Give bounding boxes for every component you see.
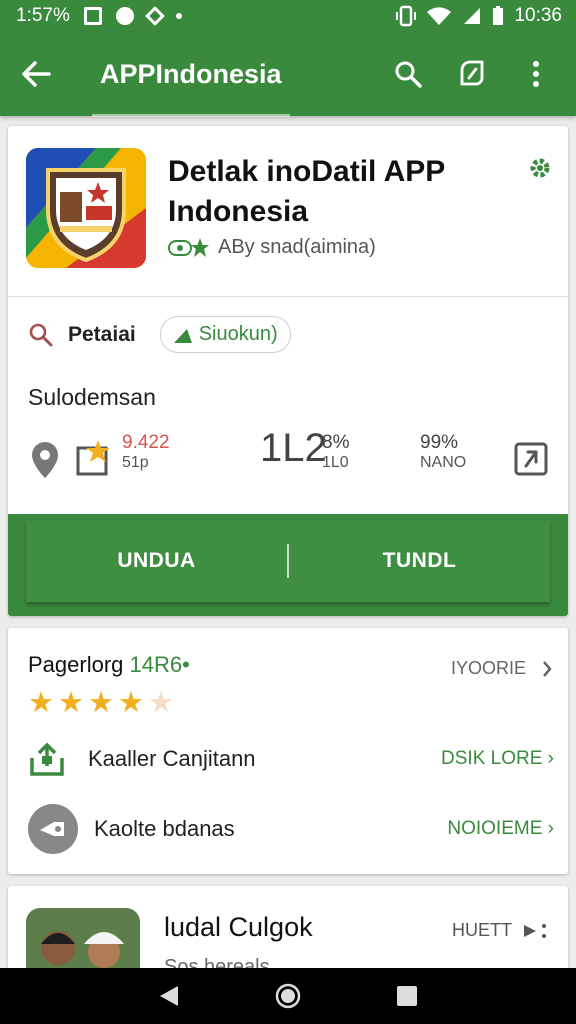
list-item-label: Kaolte bdanas — [94, 816, 235, 841]
list-item-link[interactable]: DSIK LORE › — [441, 748, 558, 770]
star-icon: ★ — [28, 687, 54, 719]
app-settings-button[interactable] — [528, 156, 552, 180]
star-empty-icon: ★ — [148, 687, 174, 719]
category-chip-label: Siuokun) — [198, 323, 278, 345]
download-button[interactable]: UNDUA — [26, 549, 287, 573]
emblem-shield-icon — [26, 148, 146, 268]
app-title: Detlak inoDatil APP Indonesia — [168, 155, 445, 228]
rating-more-label: IYOORIE — [450, 658, 526, 678]
featured-title: ludal Culgok — [164, 912, 313, 942]
list-item-link-label: NOIOIEME — [447, 818, 543, 839]
chevron-right-icon — [543, 660, 552, 677]
category-label: Petaiai — [68, 322, 136, 346]
star-icon: ★ — [118, 687, 144, 719]
app-bar-title: APPIndonesia — [100, 58, 282, 89]
compose-icon — [460, 60, 484, 86]
stat-1: 9.422 51p — [122, 432, 170, 472]
search-icon — [395, 61, 422, 88]
rating-title-label: Pagerlorg — [28, 652, 124, 677]
category-row: Petaiai Siuokun) — [28, 316, 291, 353]
stat-2-top: 8% — [322, 432, 350, 453]
badge-star-icon — [168, 237, 209, 257]
featured-more-label: HUETT — [452, 920, 512, 940]
notification-diamond-icon — [144, 6, 165, 26]
section-label: Sulodemsan — [28, 384, 156, 410]
nav-back-icon[interactable] — [158, 984, 180, 1008]
vibrate-icon — [396, 5, 417, 27]
nav-recents-icon[interactable] — [396, 985, 418, 1007]
app-logo[interactable] — [26, 148, 146, 268]
stats-row: 9.422 51p 1L2 8% 1L0 99% NANO — [28, 426, 548, 492]
stat-2: 8% 1L0 — [322, 432, 349, 472]
more-options-button[interactable] — [516, 54, 556, 94]
stat-2-big: 1L2 — [260, 426, 327, 471]
stat-2-bottom: 1L0 — [322, 454, 349, 471]
stat-1-value: 9.422 — [122, 432, 170, 454]
featured-more-link[interactable]: HUETT — [452, 920, 548, 941]
open-button[interactable]: TUNDL — [289, 549, 550, 573]
divider — [8, 296, 568, 297]
list-item[interactable]: Kaolte bdanas NOIOIEME › — [28, 804, 558, 854]
stat-1-top: 9.422 — [122, 432, 170, 453]
notification-square-icon — [83, 7, 102, 25]
status-bar: 1:57% 10:36 — [0, 0, 576, 32]
share-icon — [514, 442, 548, 476]
share-stat[interactable] — [514, 438, 548, 481]
developer-row: ABy snad(aimina) — [168, 236, 376, 259]
search-button[interactable] — [388, 54, 428, 94]
battery-icon — [493, 6, 504, 25]
signal-icon — [464, 8, 481, 24]
stat-3-bottom: NANO — [420, 454, 467, 471]
wifi-icon — [427, 7, 452, 25]
title-underline — [92, 114, 290, 117]
system-nav-bar — [0, 968, 576, 1024]
notification-circle-icon — [115, 7, 134, 25]
rating-title: Pagerlorg 14R6• — [28, 652, 190, 678]
action-button-bar: UNDUA TUNDL — [8, 514, 568, 616]
location-pin-icon — [32, 442, 58, 478]
rating-more-link[interactable]: IYOORIE — [451, 658, 552, 679]
list-item[interactable]: Kaaller Canjitann DSIK LORE › — [28, 734, 558, 784]
list-item-link-label: DSIK LORE — [441, 748, 543, 769]
tag-circle-icon — [28, 804, 78, 854]
star-icon: ★ — [58, 687, 84, 719]
stat-2-big-value: 1L2 — [260, 426, 327, 470]
nav-home-icon[interactable] — [275, 983, 301, 1009]
app-detail-card: Detlak inoDatil APP Indonesia ABy snad(a… — [8, 126, 568, 616]
location-stat[interactable] — [28, 440, 62, 485]
category-chip[interactable]: Siuokun) — [159, 316, 291, 353]
notification-dot-icon — [175, 13, 182, 19]
rating-count: 14R6• — [129, 652, 190, 677]
leaf-icon — [173, 328, 192, 343]
play-more-icon — [524, 923, 546, 938]
star-icon: ★ — [88, 687, 114, 719]
list-item-link[interactable]: NOIOIEME › — [447, 818, 558, 840]
rating-badge-stat[interactable] — [74, 438, 114, 483]
rating-card: Pagerlorg 14R6• IYOORIE ★ ★ ★ ★ ★ Kaalle… — [8, 628, 568, 874]
star-box-icon — [76, 440, 110, 476]
stat-3: 99% NANO — [420, 432, 466, 472]
status-time-right: 10:36 — [514, 5, 562, 26]
search-tag-icon — [29, 323, 53, 346]
stat-1-bottom: 51p — [122, 454, 149, 471]
action-buttons: UNDUA TUNDL — [26, 520, 550, 602]
developer-name[interactable]: ABy snad(aimina) — [218, 236, 376, 259]
back-button[interactable] — [0, 32, 72, 116]
star-rating: ★ ★ ★ ★ ★ — [28, 688, 174, 718]
app-bar: APPIndonesia — [0, 32, 576, 117]
list-item-label: Kaaller Canjitann — [88, 746, 256, 771]
compose-button[interactable] — [452, 54, 492, 94]
upload-tray-icon — [30, 742, 64, 776]
status-time-left: 1:57% — [16, 5, 70, 26]
gear-icon — [530, 158, 550, 178]
more-vert-icon — [533, 61, 539, 87]
back-arrow-icon — [22, 61, 51, 87]
stat-3-top: 99% — [420, 432, 459, 453]
